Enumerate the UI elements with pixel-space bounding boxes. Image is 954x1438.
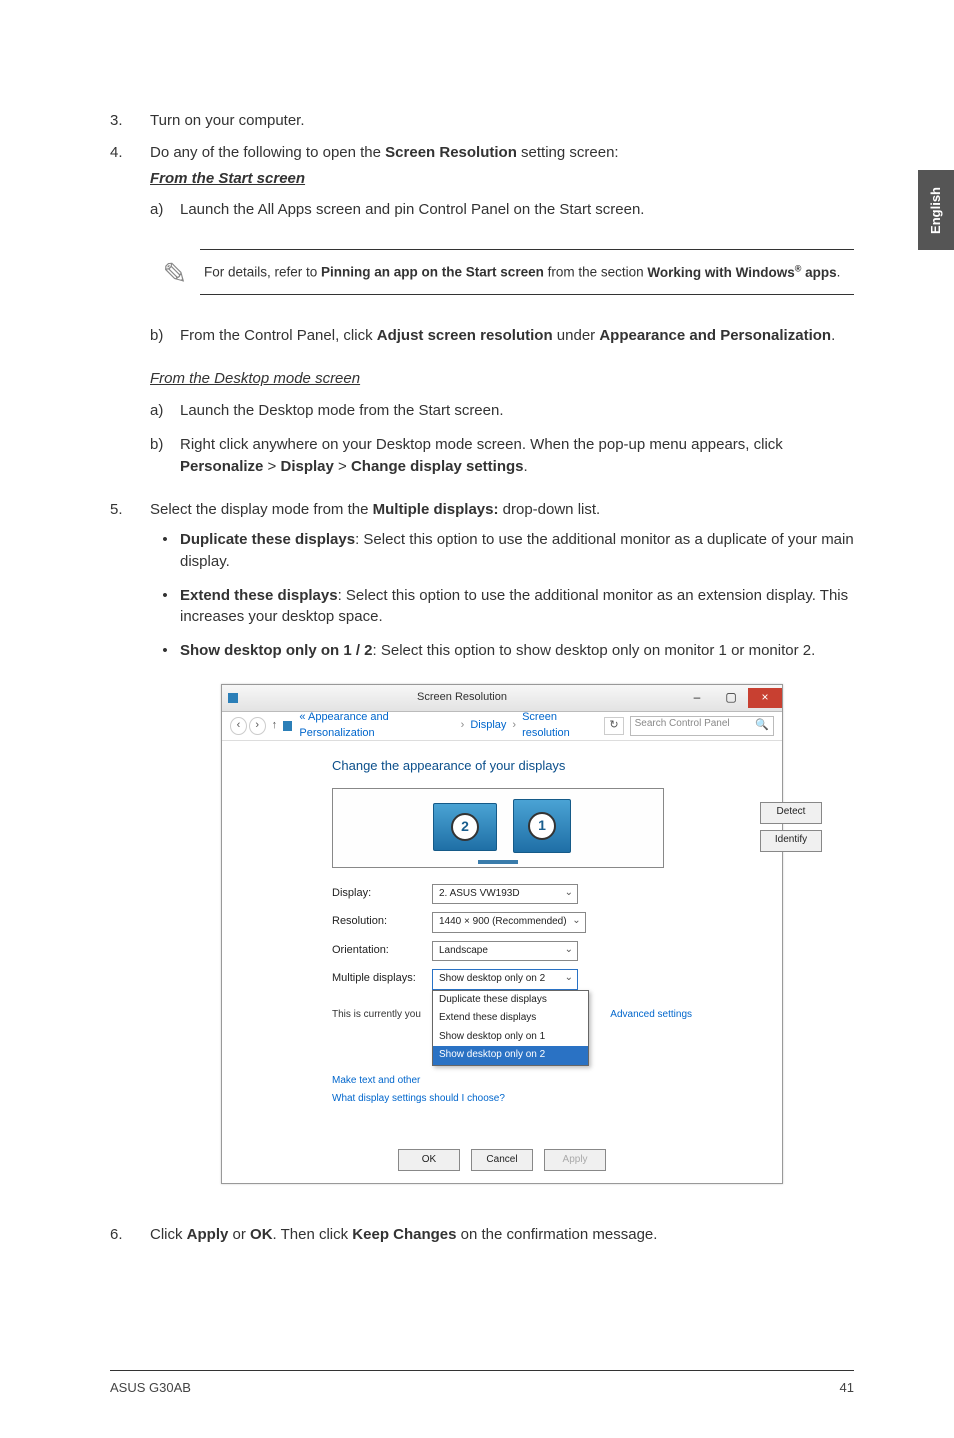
resolution-select[interactable]: 1440 × 900 (Recommended) xyxy=(432,912,586,933)
pencil-icon: ✎ xyxy=(150,249,200,297)
language-label: English xyxy=(927,187,946,234)
advanced-settings-link[interactable]: Advanced settings xyxy=(610,1008,692,1023)
breadcrumb-item[interactable]: Screen resolution xyxy=(522,710,601,742)
content-heading: Change the appearance of your displays xyxy=(332,757,742,776)
cancel-button[interactable]: Cancel xyxy=(471,1149,533,1171)
orientation-select[interactable]: Landscape xyxy=(432,941,578,962)
multiple-displays-dropdown[interactable]: Duplicate these displays Extend these di… xyxy=(432,990,589,1066)
dropdown-option[interactable]: Show desktop only on 1 xyxy=(433,1028,588,1047)
sub-step-a: a) Launch the All Apps screen and pin Co… xyxy=(150,199,854,221)
monitor-preview[interactable]: 2 1 xyxy=(332,788,664,868)
nav-forward-icon[interactable]: › xyxy=(249,717,266,735)
sub-step-b: b) From the Control Panel, click Adjust … xyxy=(150,325,854,347)
refresh-icon[interactable]: ↻ xyxy=(604,717,623,735)
step-number: 6. xyxy=(110,1224,150,1246)
nav-back-icon[interactable]: ‹ xyxy=(230,717,247,735)
multiple-displays-select[interactable]: Show desktop only on 2 xyxy=(432,969,578,990)
window-minimize-button[interactable]: – xyxy=(680,688,714,708)
nav-up-icon[interactable]: ↑ xyxy=(272,718,278,734)
step-3: 3. Turn on your computer. xyxy=(110,110,854,132)
dropdown-option[interactable]: Duplicate these displays xyxy=(433,991,588,1010)
step-text: Select the display mode from the Multipl… xyxy=(150,499,854,521)
footer-product: ASUS G30AB xyxy=(110,1379,191,1398)
display-select[interactable]: 2. ASUS VW193D xyxy=(432,884,578,905)
monitor-2[interactable]: 2 xyxy=(433,803,497,851)
help-link[interactable]: What display settings should I choose? xyxy=(332,1092,742,1107)
monitor-badge: 2 xyxy=(451,813,479,841)
step-6: 6. Click Apply or OK. Then click Keep Ch… xyxy=(110,1224,854,1246)
ok-button[interactable]: OK xyxy=(398,1149,460,1171)
currently-label: This is currently you xyxy=(332,1008,421,1023)
orientation-row: Orientation: Landscape xyxy=(332,941,742,962)
step-4: 4. Do any of the following to open the S… xyxy=(110,142,854,490)
step-text: Do any of the following to open the Scre… xyxy=(150,142,854,164)
display-icon xyxy=(283,721,292,731)
step-number: 4. xyxy=(110,142,150,490)
dropdown-option[interactable]: Extend these displays xyxy=(433,1009,588,1028)
step-number: 5. xyxy=(110,499,150,1213)
bullet-dot-icon: • xyxy=(150,529,180,573)
note-box: ✎ For details, refer to Pinning an app o… xyxy=(150,249,854,297)
window-title: Screen Resolution xyxy=(244,690,680,706)
dropdown-option-selected[interactable]: Show desktop only on 2 xyxy=(433,1046,588,1065)
breadcrumb-item[interactable]: Display xyxy=(470,718,506,734)
bullet-dot-icon: • xyxy=(150,585,180,629)
bullet-item: • Show desktop only on 1 / 2: Select thi… xyxy=(150,640,854,662)
resolution-row: Resolution: 1440 × 900 (Recommended) xyxy=(332,912,742,933)
detect-button[interactable]: Detect xyxy=(760,802,822,824)
monitor-badge: 1 xyxy=(528,812,556,840)
drag-handle-icon xyxy=(478,860,518,864)
bullet-dot-icon: • xyxy=(150,640,180,662)
breadcrumb-item[interactable]: « Appearance and Personalization xyxy=(299,710,454,742)
window-close-button[interactable]: × xyxy=(748,688,782,708)
step-text: Click Apply or OK. Then click Keep Chang… xyxy=(150,1224,854,1246)
identify-button[interactable]: Identify xyxy=(760,830,822,852)
search-icon: 🔍 xyxy=(755,718,769,734)
step-5: 5. Select the display mode from the Mult… xyxy=(110,499,854,1213)
footer-page-number: 41 xyxy=(840,1379,854,1398)
page-footer: ASUS G30AB 41 xyxy=(110,1370,854,1398)
monitor-1[interactable]: 1 xyxy=(513,799,571,853)
breadcrumb-bar: ‹ › ↑ « Appearance and Personalization ›… xyxy=(222,712,782,741)
bullet-item: • Extend these displays: Select this opt… xyxy=(150,585,854,629)
multiple-displays-row: Multiple displays: Show desktop only on … xyxy=(332,969,742,990)
apply-button[interactable]: Apply xyxy=(544,1149,606,1171)
search-input[interactable]: Search Control Panel 🔍 xyxy=(630,716,774,736)
subheading: From the Start screen xyxy=(150,168,854,190)
note-text: For details, refer to Pinning an app on … xyxy=(200,249,854,295)
app-icon xyxy=(228,693,238,703)
step-text: Turn on your computer. xyxy=(150,110,854,132)
make-text-link[interactable]: Make text and other xyxy=(332,1074,742,1089)
sub-step-a2: a) Launch the Desktop mode from the Star… xyxy=(150,400,854,422)
window-maximize-button[interactable]: ▢ xyxy=(714,688,748,708)
bullet-item: • Duplicate these displays: Select this … xyxy=(150,529,854,573)
subheading: From the Desktop mode screen xyxy=(150,368,854,390)
step-number: 3. xyxy=(110,110,150,132)
screen-resolution-screenshot: Screen Resolution – ▢ × ‹ › ↑ « Appearan… xyxy=(221,684,783,1184)
display-row: Display: 2. ASUS VW193D xyxy=(332,884,742,905)
language-tab: English xyxy=(918,170,954,250)
sub-step-b2: b) Right click anywhere on your Desktop … xyxy=(150,434,854,478)
window-titlebar: Screen Resolution – ▢ × xyxy=(222,685,782,712)
